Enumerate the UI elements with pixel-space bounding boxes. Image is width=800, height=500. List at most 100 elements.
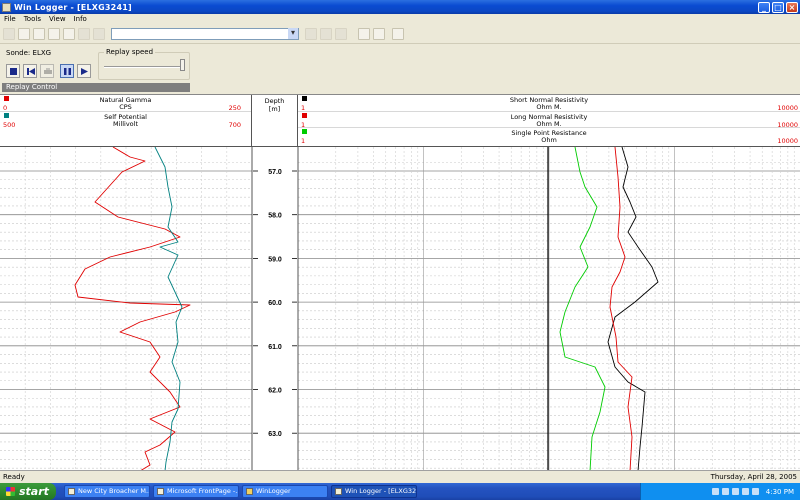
export-icon[interactable]: [48, 27, 60, 40]
file-combo[interactable]: [111, 27, 299, 40]
menu-view[interactable]: View: [45, 15, 70, 23]
security-icon[interactable]: [721, 488, 729, 495]
single-point-unit: Ohm: [541, 136, 557, 144]
task-list: New City Broacher M... Microsoft FrontPa…: [64, 485, 420, 498]
curve-header-self-potential: Self Potential Millivolt 500 700: [0, 112, 251, 129]
task-button-active[interactable]: Win Logger - [ELXG32...: [331, 485, 417, 498]
single-point-max: 10000: [777, 137, 798, 145]
tool-a-icon[interactable]: [305, 27, 317, 40]
antivirus-icon[interactable]: [741, 488, 749, 495]
short-normal-unit: Ohm M.: [536, 103, 562, 111]
task-button[interactable]: Microsoft FrontPage -...: [153, 485, 239, 498]
play-button[interactable]: [77, 64, 91, 78]
depth-tick-label: 61.0: [268, 344, 282, 351]
menu-file[interactable]: File: [0, 15, 20, 23]
depth-label: Depth: [264, 97, 285, 105]
print-icon[interactable]: [78, 27, 90, 40]
back-icon[interactable]: [93, 27, 105, 40]
single-point-min: 1: [301, 137, 306, 145]
long-normal-unit: Ohm M.: [536, 119, 562, 128]
maximize-button[interactable]: □: [772, 1, 784, 13]
self-potential-min: 500: [3, 120, 16, 129]
volume-icon[interactable]: [731, 488, 739, 495]
menu-tools[interactable]: Tools: [20, 15, 45, 23]
replay-controls-panel: Sonde: ELXG Replay speed Replay Control: [0, 44, 800, 94]
close-button[interactable]: ×: [786, 1, 798, 13]
title-bar: Win Logger - [ELXG3241] _ □ ×: [0, 0, 800, 14]
start-label: start: [19, 485, 49, 498]
status-date: Thursday, April 28, 2005: [710, 473, 797, 481]
depth-tick-label: 60.0: [268, 300, 282, 307]
network-icon[interactable]: [711, 488, 719, 495]
natural-gamma-curve: [74, 147, 191, 471]
thermometer-icon[interactable]: [392, 27, 404, 40]
task-label: Win Logger - [ELXG32...: [345, 487, 417, 495]
tool-b-icon[interactable]: [320, 27, 332, 40]
print-log-button[interactable]: [40, 64, 54, 78]
rewind-button[interactable]: [23, 64, 37, 78]
save-icon[interactable]: [33, 27, 45, 40]
log-area: Natural Gamma CPS 0 250 Self Potential M…: [0, 94, 800, 471]
status-bar: Ready Thursday, April 28, 2005: [0, 470, 800, 483]
messenger-icon[interactable]: [751, 488, 759, 495]
status-text: Ready: [3, 473, 25, 481]
print-icon: [44, 68, 52, 74]
task-label: New City Broacher M...: [78, 487, 150, 495]
table-icon[interactable]: [358, 27, 370, 40]
new-file-icon[interactable]: [3, 27, 15, 40]
minimize-button[interactable]: _: [758, 1, 770, 13]
depth-tick-label: 57.0: [268, 169, 282, 176]
copy-icon[interactable]: [63, 27, 75, 40]
log-plot[interactable]: 57.0 58.0 59.0 60.0 61.0 62.0 63.0: [0, 147, 800, 471]
calendar-icon[interactable]: [373, 27, 385, 40]
curve-header-short-normal: Short Normal Resistivity Ohm M. 1 10000: [298, 95, 800, 112]
long-normal-curve: [609, 147, 633, 471]
single-point-curve: [559, 147, 606, 471]
left-track-header: Natural Gamma CPS 0 250 Self Potential M…: [0, 95, 252, 147]
right-track-header: Short Normal Resistivity Ohm M. 1 10000 …: [298, 95, 800, 147]
function-icon[interactable]: [335, 27, 347, 40]
self-potential-curve: [154, 147, 183, 471]
start-button[interactable]: start: [0, 483, 56, 500]
winlogger-icon: [335, 488, 342, 495]
window-title: Win Logger - [ELXG3241]: [14, 2, 132, 12]
depth-tick-label: 59.0: [268, 256, 282, 263]
open-folder-icon[interactable]: [18, 27, 30, 40]
replay-speed-slider-thumb[interactable]: [180, 59, 185, 71]
self-potential-max: 700: [228, 120, 241, 129]
task-button[interactable]: WinLogger: [242, 485, 328, 498]
task-label: WinLogger: [256, 487, 291, 495]
taskbar: start New City Broacher M... Microsoft F…: [0, 483, 800, 500]
depth-tick-label: 63.0: [268, 431, 282, 438]
depth-track-header: Depth [m]: [252, 95, 298, 147]
system-tray: 4:30 PM: [640, 483, 800, 500]
depth-tick-label: 62.0: [268, 388, 282, 395]
rewind-icon: [27, 68, 35, 75]
curve-header-long-normal: Long Normal Resistivity Ohm M. 1 10000: [298, 112, 800, 129]
menu-info[interactable]: Info: [70, 15, 91, 23]
pause-button[interactable]: [60, 64, 74, 78]
frontpage-icon: [157, 488, 164, 495]
app-icon: [2, 2, 11, 12]
publisher-icon: [68, 488, 75, 495]
depth-tick-label: 58.0: [268, 213, 282, 220]
windows-flag-icon: [6, 487, 15, 496]
stop-icon: [10, 68, 17, 75]
sonde-value: ELXG: [32, 49, 52, 57]
replay-speed-label: Replay speed: [104, 48, 156, 56]
natural-gamma-unit: CPS: [119, 103, 132, 111]
short-normal-curve: [607, 147, 659, 471]
folder-icon: [246, 488, 253, 495]
depth-track-background: [253, 147, 297, 471]
clock: 4:30 PM: [765, 487, 794, 496]
replay-speed-slider-track[interactable]: [104, 66, 184, 68]
task-label: Microsoft FrontPage -...: [167, 487, 239, 495]
self-potential-unit: Millivolt: [112, 119, 138, 128]
curve-header-single-point: Single Point Resistance Ohm 1 10000: [298, 128, 800, 145]
sonde-label: Sonde:: [6, 49, 31, 57]
sonde-info: Sonde: ELXG: [6, 49, 51, 57]
stop-button[interactable]: [6, 64, 20, 78]
replay-control-bar: Replay Control: [2, 83, 190, 92]
menu-bar: File Tools View Info: [0, 14, 800, 24]
task-button[interactable]: New City Broacher M...: [64, 485, 150, 498]
